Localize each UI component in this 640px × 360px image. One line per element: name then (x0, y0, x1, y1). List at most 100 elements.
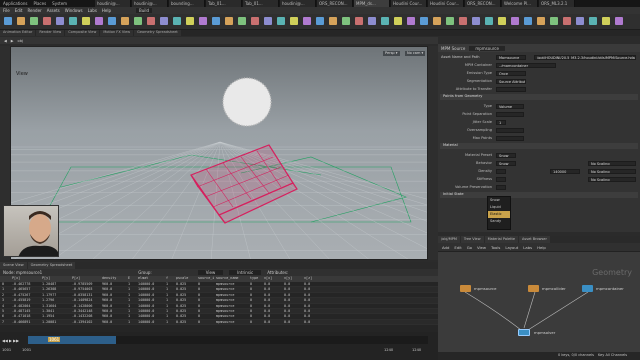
shelf-tool-icon[interactable] (524, 17, 532, 25)
shelf-tool-icon[interactable] (199, 17, 207, 25)
network-menu-item[interactable]: Edit (454, 245, 461, 250)
tab-animation-editor[interactable]: Animation Editor (0, 30, 36, 36)
taskbar-tab[interactable]: ORS_RECON... (465, 0, 501, 7)
network-menu-item[interactable]: Layout (505, 245, 518, 250)
shelf-tool-icon[interactable] (459, 17, 467, 25)
tab-tree-view[interactable]: Tree View (460, 236, 484, 243)
shelf-tool-icon[interactable] (446, 17, 454, 25)
shelf-tool-icon[interactable] (17, 17, 25, 25)
taskbar-tab[interactable]: houdini@... (132, 0, 168, 7)
param-field[interactable]: Snow (496, 153, 516, 158)
scene-viewport[interactable]: View Persp ▾ No cam ▾ (10, 46, 428, 260)
shelf-tool-icon[interactable] (147, 17, 155, 25)
spreadsheet-view-select[interactable]: View (197, 270, 224, 275)
camera-persp-badge[interactable]: Persp ▾ (383, 51, 400, 56)
tab-network-obj[interactable]: /obj/MPM (438, 236, 460, 243)
menu-labs[interactable]: Labs (88, 8, 97, 13)
shelf-tool-icon[interactable] (95, 17, 103, 25)
node-mpmcollider[interactable] (528, 285, 539, 292)
shelf-tool-icon[interactable] (550, 17, 558, 25)
shelf-tool-icon[interactable] (82, 17, 90, 25)
node-mpmsource[interactable] (460, 285, 471, 292)
param-section[interactable]: Material (440, 143, 638, 149)
shelf-tool-icon[interactable] (433, 17, 441, 25)
shelf-tool-icon[interactable] (537, 17, 545, 25)
menu-help[interactable]: Help (102, 8, 111, 13)
system-menu-places[interactable]: Places (33, 1, 46, 6)
tab-geometry-spreadsheet[interactable]: Geometry Spreadsheet (134, 30, 181, 36)
menu-file[interactable]: File (3, 8, 10, 13)
shelf-tool-icon[interactable] (381, 17, 389, 25)
menu-assets[interactable]: Assets (47, 8, 60, 13)
system-menu-applications[interactable]: Applications (3, 1, 27, 6)
param-field[interactable] (496, 112, 524, 117)
dropdown-option[interactable]: Liquid (488, 204, 510, 211)
taskbar-tab[interactable]: bounding... (169, 0, 205, 7)
frame-start-field[interactable]: 1001 (2, 348, 11, 352)
asset-name-tab[interactable]: Asset Name and Path (441, 55, 480, 59)
network-menu-item[interactable]: View (477, 245, 486, 250)
shelf-tool-icon[interactable] (160, 17, 168, 25)
shelf-tool-icon[interactable] (121, 17, 129, 25)
node-mpmsolver[interactable] (518, 329, 530, 336)
menu-windows[interactable]: Windows (65, 8, 83, 13)
shelf-tool-icon[interactable] (290, 17, 298, 25)
param-section[interactable]: Initial State (440, 192, 638, 198)
asset-path-field[interactable]: /opt/HOUDINI/20.5_M3.2.3/houdini/otls/MP… (534, 55, 636, 60)
shelf-tool-icon[interactable] (589, 17, 597, 25)
network-menu-item[interactable]: Labs (523, 245, 532, 250)
asset-type-field[interactable]: Mpmsource (496, 55, 526, 60)
shelf-tool-icon[interactable] (563, 17, 571, 25)
taskbar-tab[interactable]: ORS_RECON... (317, 0, 353, 7)
system-menu-system[interactable]: System (52, 1, 67, 6)
shelf-tool-icon[interactable] (420, 17, 428, 25)
param-field[interactable]: Once (496, 71, 526, 76)
taskbar-tab[interactable]: Tab_01... (206, 0, 242, 7)
spreadsheet-body[interactable]: 0 -0.462778 1.20487 -0.9785509 960.0 1 140000.… (0, 282, 438, 332)
tab-scene-view[interactable]: Scene View (0, 262, 27, 269)
menu-edit[interactable]: Edit (15, 8, 23, 13)
shelf-tool-icon[interactable] (576, 17, 584, 25)
taskbar-tab[interactable]: MPM_ds... (354, 0, 390, 7)
shelf-tool-icon[interactable] (355, 17, 363, 25)
scaling-select[interactable]: No Scaling (588, 161, 636, 166)
taskbar-tab[interactable]: Tab_01... (243, 0, 279, 7)
shelf-tool-icon[interactable] (4, 17, 12, 25)
play-controls-icon[interactable]: ◀◀ ▶ ▶▶ (2, 338, 19, 343)
shelf-tool-icon[interactable] (407, 17, 415, 25)
param-field[interactable] (496, 87, 526, 92)
spreadsheet-intrinsic-select[interactable]: Intrinsic (229, 270, 262, 275)
param-field[interactable] (496, 128, 524, 133)
taskbar-tab[interactable]: Welcome Pl... (502, 0, 538, 7)
tab-material-palette[interactable]: Material Palette (484, 236, 519, 243)
tab-render-view[interactable]: Render View (36, 30, 65, 36)
shelf-tool-icon[interactable] (56, 17, 64, 25)
shelf-tool-icon[interactable] (212, 17, 220, 25)
scaling-select[interactable]: No Scaling (588, 169, 636, 174)
shelf-tool-icon[interactable] (329, 17, 337, 25)
dropdown-option[interactable]: Sandy (488, 218, 510, 225)
viewport-path[interactable]: obj (18, 39, 23, 43)
frame-end-field-2[interactable]: 1240 (412, 348, 421, 352)
shelf-tool-icon[interactable] (511, 17, 519, 25)
scaling-select[interactable]: No Scaling (588, 177, 636, 182)
frame-end-field[interactable]: 1240 (384, 348, 393, 352)
shelf-tool-icon[interactable] (316, 17, 324, 25)
shelf-tool-icon[interactable] (303, 17, 311, 25)
table-row[interactable]: 7 -0.466891 1.20081 -0.1394102 960.0 1 140000.… (0, 319, 438, 326)
taskbar-tab[interactable]: Houdini Cour... (391, 0, 427, 7)
shelf-tool-icon[interactable] (368, 17, 376, 25)
shelf-tool-icon[interactable] (264, 17, 272, 25)
param-field[interactable]: ../mpmcontainer (496, 63, 556, 68)
dropdown-option[interactable]: Elastic (488, 211, 510, 218)
param-field[interactable]: 1 (496, 120, 506, 125)
shelf-tool-icon[interactable] (485, 17, 493, 25)
key-all-channels[interactable]: Key All Channels (598, 353, 627, 357)
shelf-tool-icon[interactable] (498, 17, 506, 25)
shelf-tool-icon[interactable] (173, 17, 181, 25)
node-name-field[interactable]: mpmsource (469, 45, 505, 51)
tab-geometry-spreadsheet-pane[interactable]: Geometry Spreadsheet (27, 262, 76, 269)
network-menu-item[interactable]: Tools (491, 245, 500, 250)
shelf-tool-icon[interactable] (43, 17, 51, 25)
shelf-tool-icon[interactable] (69, 17, 77, 25)
